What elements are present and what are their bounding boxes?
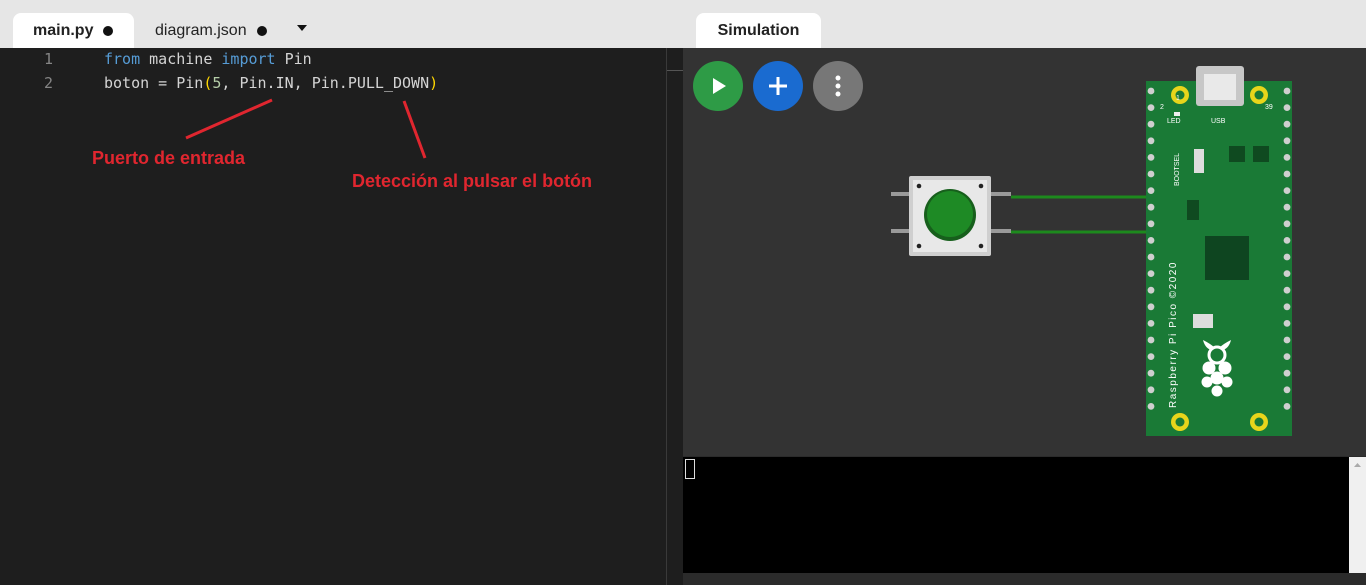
pico-pin[interactable] <box>1147 353 1155 360</box>
unsaved-dot-icon <box>256 25 267 36</box>
editor-tab-bar: main.py diagram.json <box>0 0 683 48</box>
terminal-scrollbar[interactable] <box>1349 457 1366 573</box>
pico-pin[interactable] <box>1147 303 1155 311</box>
pico-pin[interactable] <box>1283 403 1291 410</box>
line-number: 2 <box>44 74 54 92</box>
simulation-canvas[interactable]: 1 2 39 LED USB BOOTSEL Raspberry Pi Pico… <box>683 48 1366 456</box>
pico-pin[interactable] <box>1147 87 1155 95</box>
circuit-diagram: 1 2 39 LED USB BOOTSEL Raspberry Pi Pico… <box>891 66 1292 436</box>
scroll-up-icon[interactable] <box>1349 459 1366 471</box>
code-line[interactable]: from machine import Pin <box>104 50 312 68</box>
code-text: Pin <box>275 50 312 68</box>
pico-pin[interactable] <box>1283 220 1291 228</box>
pico-pin[interactable] <box>1147 253 1155 261</box>
pico-pin[interactable] <box>1147 403 1155 410</box>
tab-main-py[interactable]: main.py <box>13 13 134 48</box>
tab-label: Simulation <box>717 21 800 39</box>
pico-usb-label: USB <box>1211 118 1226 125</box>
editor-pane: main.py diagram.json 1 2 from machine im… <box>0 0 683 585</box>
code-text: , Pin.IN, Pin.PULL_DOWN <box>221 74 430 92</box>
tab-label: main.py <box>33 21 94 39</box>
pico-pin[interactable] <box>1283 303 1291 311</box>
pico-pin[interactable] <box>1283 369 1291 377</box>
overview-ruler-marker <box>666 70 683 71</box>
pico-pin[interactable] <box>1147 320 1155 327</box>
raspberry-pi-pico-board[interactable]: 1 2 39 LED USB BOOTSEL Raspberry Pi Pico… <box>1146 66 1292 436</box>
simulation-pane: Simulation 1 2 39 LED USB BOOTSEL Raspbe… <box>683 0 1366 585</box>
horizontal-scrollbar[interactable] <box>683 573 1366 585</box>
pico-silkscreen: Raspberry Pi Pico ©2020 <box>1168 261 1179 408</box>
pushbutton[interactable] <box>891 176 1011 256</box>
pico-pin[interactable] <box>1283 87 1291 95</box>
pico-pin[interactable] <box>1147 386 1155 394</box>
pico-pin[interactable] <box>1147 203 1155 211</box>
terminal-cursor <box>685 459 695 479</box>
pico-pin[interactable] <box>1147 137 1155 145</box>
caret-down-icon[interactable] <box>296 22 308 34</box>
pico-pin[interactable] <box>1147 120 1155 128</box>
pico-pin-label: 39 <box>1265 104 1273 111</box>
pico-pin[interactable] <box>1147 286 1155 294</box>
pico-pin[interactable] <box>1283 386 1291 394</box>
pico-pin[interactable] <box>1147 336 1155 344</box>
simulation-tab-bar: Simulation <box>683 0 1366 48</box>
pico-pin-label: 2 <box>1160 104 1164 111</box>
pico-pin[interactable] <box>1283 353 1291 360</box>
unsaved-dot-icon <box>103 25 114 36</box>
pico-bootsel-label: BOOTSEL <box>1174 153 1181 186</box>
code-keyword: import <box>221 50 276 68</box>
code-keyword: from <box>104 50 141 68</box>
serial-terminal[interactable] <box>683 457 1349 573</box>
pico-pin[interactable] <box>1147 104 1155 111</box>
tab-diagram-json[interactable]: diagram.json <box>140 13 280 48</box>
pico-pin[interactable] <box>1283 336 1291 344</box>
pico-pin-label: 1 <box>1176 95 1180 102</box>
pico-pin[interactable] <box>1147 220 1155 228</box>
pico-pin[interactable] <box>1147 170 1155 178</box>
annotation-input-port: Puerto de entrada <box>92 148 246 168</box>
pico-led-label: LED <box>1167 118 1181 125</box>
line-number: 1 <box>44 50 54 68</box>
pico-pin[interactable] <box>1283 203 1291 211</box>
pico-pin[interactable] <box>1283 253 1291 261</box>
pico-pin[interactable] <box>1283 187 1291 195</box>
pico-pin[interactable] <box>1283 170 1291 178</box>
pico-pin[interactable] <box>1283 286 1291 294</box>
code-editor[interactable]: 1 2 from machine import Pin boton = Pin(… <box>0 48 683 585</box>
pane-divider[interactable] <box>666 48 667 585</box>
code-bracket: ) <box>429 74 439 92</box>
tab-label: diagram.json <box>155 21 247 39</box>
pico-pin[interactable] <box>1283 104 1291 111</box>
code-text: machine <box>140 50 222 68</box>
tab-simulation[interactable]: Simulation <box>696 13 821 48</box>
pico-pin[interactable] <box>1283 320 1291 327</box>
pico-pin[interactable] <box>1283 237 1291 244</box>
code-line[interactable]: boton = Pin(5, Pin.IN, Pin.PULL_DOWN) <box>104 74 438 92</box>
pico-pin[interactable] <box>1147 237 1155 244</box>
pico-pin[interactable] <box>1283 154 1291 161</box>
pico-pin[interactable] <box>1283 137 1291 145</box>
pico-pin[interactable] <box>1147 154 1155 161</box>
annotation-press-detection: Detección al pulsar el botón <box>352 171 593 191</box>
pico-pin[interactable] <box>1147 270 1155 277</box>
pico-pin[interactable] <box>1147 369 1155 377</box>
pico-pin[interactable] <box>1147 187 1155 195</box>
pico-pin[interactable] <box>1283 270 1291 277</box>
code-text: boton = Pin <box>104 74 204 92</box>
pico-pin[interactable] <box>1283 120 1291 128</box>
